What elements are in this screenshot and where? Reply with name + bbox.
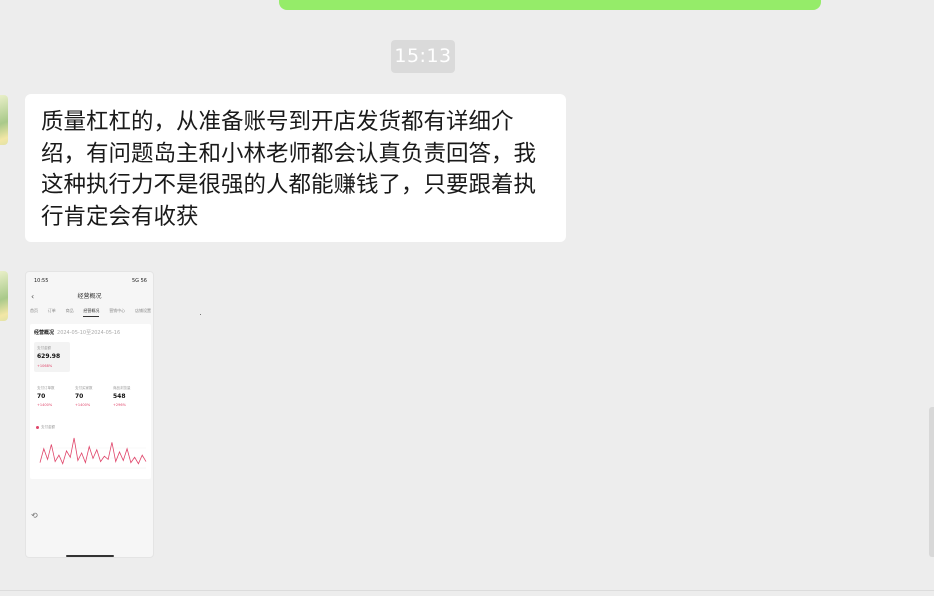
phone-metric: 支付订单数 70 +1400% [37, 386, 55, 407]
home-indicator [66, 555, 114, 557]
phone-status-bar: 10:55 5G 56 [34, 276, 147, 285]
status-time: 10:55 [34, 277, 49, 284]
scrollbar[interactable] [929, 407, 934, 557]
phone-card-title: 经营概况 2024-05-10至2024-05-16 [34, 330, 121, 336]
phone-tab: 首页 [30, 308, 38, 313]
phone-metric: 商品浏览量 548 +296% [113, 386, 131, 407]
phone-tabs: 首页 订单 商品 经营概况 营销中心 店铺设置 [30, 308, 151, 317]
refresh-icon: ⟲ [31, 511, 38, 520]
chat-window: 15:13 质量杠杠的，从准备账号到开店发货都有详细介绍，有问题岛主和小林老师都… [0, 0, 934, 596]
stray-dot [200, 314, 201, 315]
phone-amount-change: +1068% [37, 364, 53, 368]
peer-message-bubble[interactable]: 质量杠杠的，从准备账号到开店发货都有详细介绍，有问题岛主和小林老师都会认真负责回… [25, 94, 566, 242]
phone-nav-bar: ‹ 经营概况 [26, 291, 153, 303]
own-message-bubble[interactable] [279, 0, 821, 10]
phone-metric: 支付买家数 70 +1400% [75, 386, 93, 407]
input-divider [0, 590, 934, 591]
avatar[interactable] [0, 95, 8, 145]
avatar[interactable] [0, 271, 8, 321]
phone-amount-label: 支付金额 [37, 346, 51, 350]
phone-overview-card: 经营概况 2024-05-10至2024-05-16 支付金额 629.98 +1… [30, 324, 151, 479]
phone-nav-title: 经营概况 [77, 293, 102, 300]
phone-tab: 经营概况 [83, 308, 100, 317]
message-text: 质量杠杠的，从准备账号到开店发货都有详细介绍，有问题岛主和小林老师都会认真负责回… [41, 109, 537, 230]
image-message[interactable]: 10:55 5G 56 ‹ 经营概况 首页 订单 商品 经营概况 营销中心 店铺… [25, 271, 154, 558]
chevron-left-icon: ‹ [31, 292, 35, 301]
phone-tab: 商品 [65, 308, 74, 313]
phone-tab: 营销中心 [109, 308, 126, 313]
phone-amount-value: 629.98 [37, 353, 61, 360]
trend-line [39, 437, 147, 465]
timestamp-label: 15:13 [391, 40, 455, 73]
phone-trend-chart [39, 437, 147, 469]
phone-chart-legend: 支付金额 [36, 425, 55, 430]
status-signal: 5G 56 [131, 277, 147, 284]
phone-card-date: 2024-05-10至2024-05-16 [57, 330, 121, 336]
phone-amount-box: 支付金额 629.98 +1068% [34, 342, 70, 372]
phone-tab: 店铺设置 [134, 308, 151, 313]
phone-tab: 订单 [47, 308, 56, 313]
